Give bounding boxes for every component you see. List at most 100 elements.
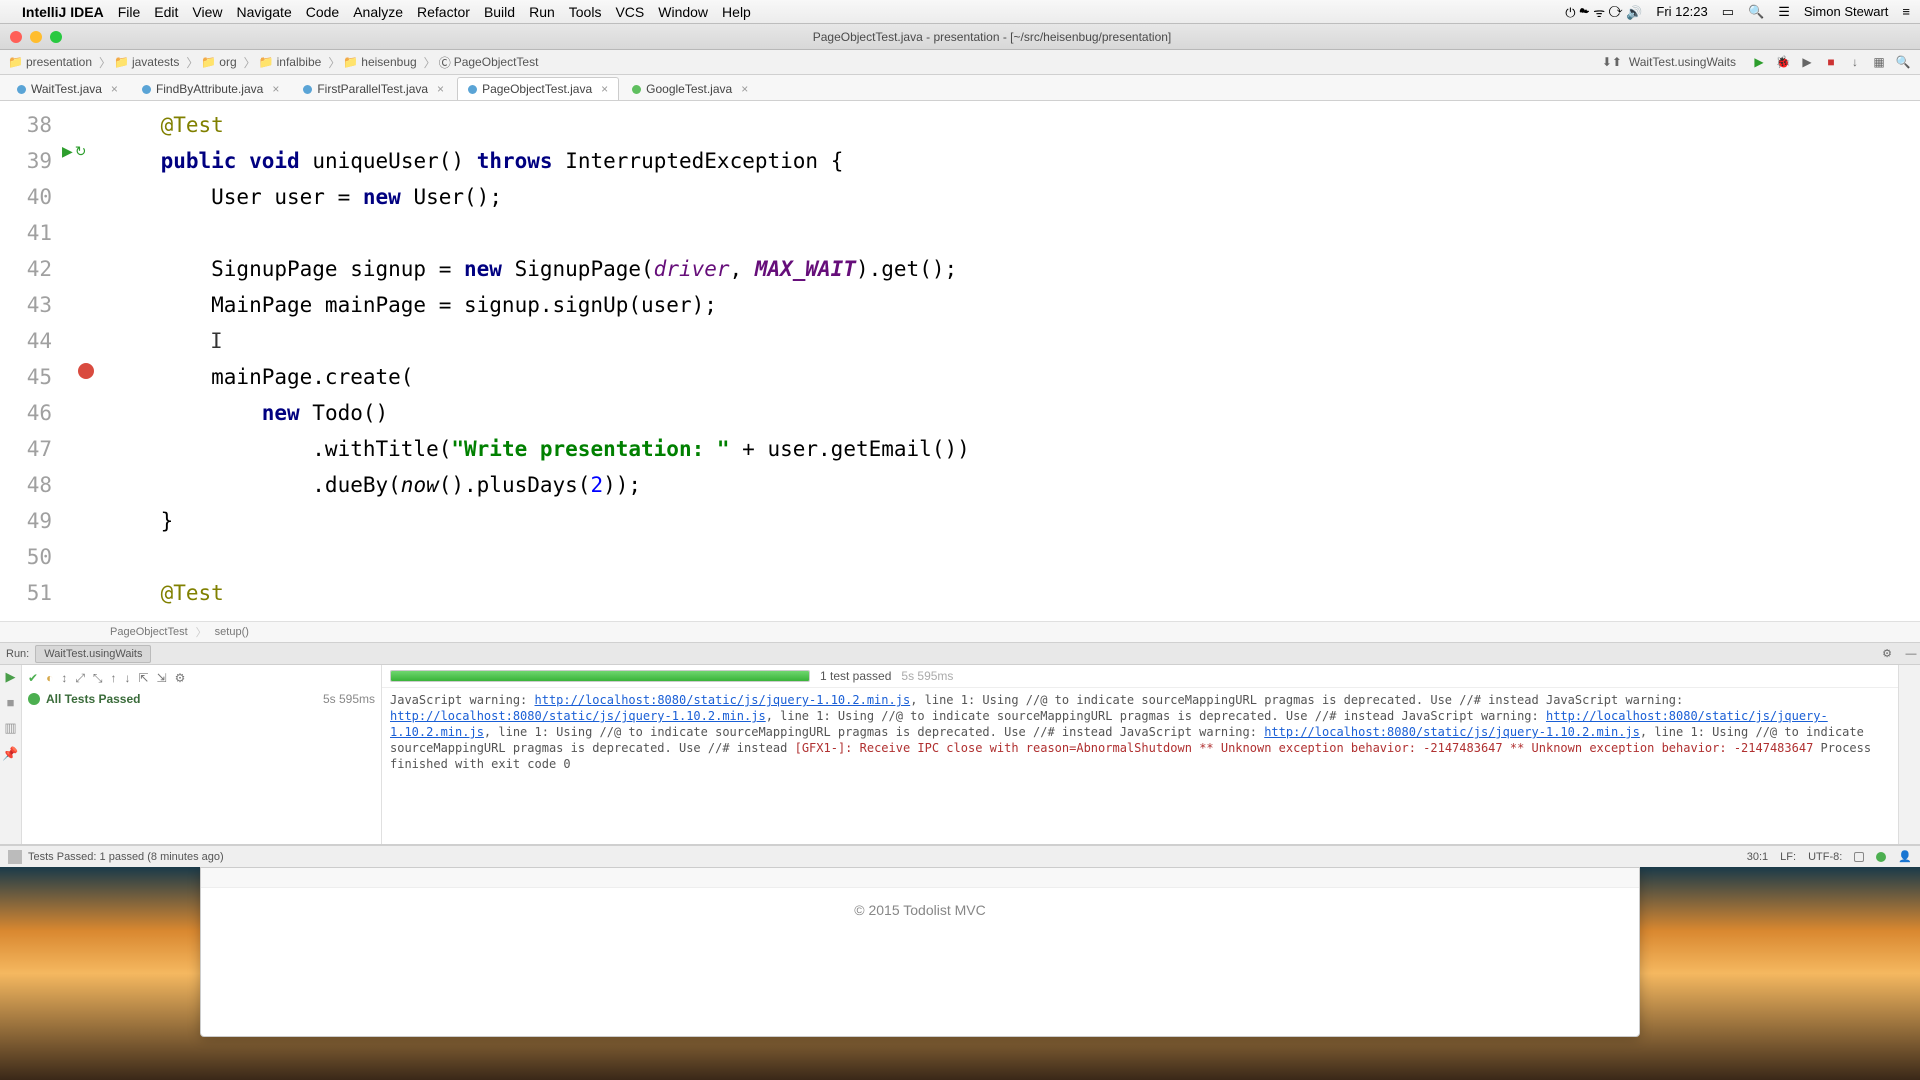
mac-menubar: IntelliJ IDEA File Edit View Navigate Co…	[0, 0, 1920, 24]
search-everywhere-icon[interactable]: 🔍	[1894, 53, 1912, 71]
coverage-button[interactable]: ▶	[1798, 53, 1816, 71]
menu-tools[interactable]: Tools	[569, 4, 602, 20]
import-icon[interactable]: ⇲	[157, 671, 167, 686]
crumb-org[interactable]: 📁 org	[201, 55, 236, 69]
console-link[interactable]: http://localhost:8080/static/js/jquery-1…	[535, 693, 911, 707]
menu-run[interactable]: Run	[529, 4, 555, 20]
menu-view[interactable]: View	[192, 4, 222, 20]
crumb-class-name[interactable]: PageObjectTest	[110, 626, 188, 638]
code-area[interactable]: @Test public void uniqueUser() throws In…	[110, 101, 1920, 621]
tab-googletest[interactable]: GoogleTest.java×	[621, 77, 759, 100]
menu-user-icon[interactable]: ☰	[1778, 4, 1790, 20]
caret-position[interactable]: 30:1	[1747, 851, 1768, 863]
hector-icon[interactable]: 👤	[1898, 850, 1912, 863]
close-icon[interactable]: ×	[272, 82, 279, 96]
menu-navigate[interactable]: Navigate	[236, 4, 291, 20]
sort-icon[interactable]: ↕	[61, 671, 67, 686]
user-name[interactable]: Simon Stewart	[1804, 4, 1889, 19]
status-icons[interactable]: ⏻ ☁ ᯤ ⟳ 🔊	[1565, 3, 1642, 21]
clock[interactable]: Fri 12:23	[1656, 4, 1707, 19]
crumb-pkg1[interactable]: 📁 infalbibe	[259, 55, 322, 69]
menu-help[interactable]: Help	[722, 4, 751, 20]
desktop-background: © 2015 Todolist MVC	[0, 867, 1920, 1080]
test-root-node[interactable]: All Tests Passed 5s 595ms	[28, 692, 375, 706]
collapse-icon[interactable]: ⤡	[93, 671, 103, 686]
window-title: PageObjectTest.java - presentation - [~/…	[74, 30, 1910, 44]
debug-test-gutter-icon[interactable]: ↻	[75, 143, 87, 160]
run-config-tab[interactable]: WaitTest.usingWaits	[35, 645, 151, 663]
show-passed-icon[interactable]: ✔	[28, 671, 38, 686]
tests-passed-label: 1 test passed	[820, 669, 891, 683]
close-icon[interactable]: ×	[601, 82, 608, 96]
project-structure-icon[interactable]: ▦	[1870, 53, 1888, 71]
readonly-lock-icon[interactable]	[1854, 852, 1864, 862]
run-button[interactable]: ▶	[1750, 53, 1768, 71]
status-bar: Tests Passed: 1 passed (8 minutes ago) 3…	[0, 845, 1920, 867]
tab-firstparallel[interactable]: FirstParallelTest.java×	[292, 77, 455, 100]
crumb-class[interactable]: Ⓒ PageObjectTest	[439, 54, 539, 71]
gutter-icons: ▶ ↻	[60, 101, 110, 621]
close-window-button[interactable]	[10, 31, 22, 43]
line-separator[interactable]: LF:	[1780, 851, 1796, 863]
editor[interactable]: 3839404142434445464748495051 ▶ ↻ @Test p…	[0, 101, 1920, 621]
tab-waittest[interactable]: WaitTest.java×	[6, 77, 129, 100]
crumb-javatests[interactable]: 📁 javatests	[114, 55, 179, 69]
test-ok-icon	[28, 693, 40, 705]
app-name[interactable]: IntelliJ IDEA	[22, 4, 104, 20]
console-right-gutter	[1898, 665, 1920, 844]
crumb-project[interactable]: 📁 presentation	[8, 55, 92, 69]
menu-analyze[interactable]: Analyze	[353, 4, 403, 20]
console-link[interactable]: http://localhost:8080/static/js/jquery-1…	[390, 709, 766, 723]
close-icon[interactable]: ×	[111, 82, 118, 96]
vcs-update-icon[interactable]: ↓	[1846, 53, 1864, 71]
breakpoint-icon[interactable]	[78, 363, 94, 379]
debug-button[interactable]: 🐞	[1774, 53, 1792, 71]
hide-panel-icon[interactable]: —	[1902, 645, 1920, 663]
rerun-icon[interactable]: ▶	[6, 669, 16, 685]
crumb-pkg2[interactable]: 📁 heisenbug	[343, 55, 416, 69]
layout-icon[interactable]: ▥	[4, 720, 16, 736]
test-tree: ✔ ◐ ↕ ⤢ ⤡ ↑ ↓ ⇱ ⇲ ⚙ All Tests Passed 5s …	[22, 665, 382, 844]
menu-file[interactable]: File	[118, 4, 141, 20]
console-link[interactable]: http://localhost:8080/static/js/jquery-1…	[1264, 725, 1640, 739]
stop-button[interactable]: ■	[1822, 53, 1840, 71]
build-icon[interactable]: ⬇⬆	[1603, 53, 1621, 71]
expand-icon[interactable]: ⤢	[75, 671, 85, 686]
export-icon[interactable]: ⇱	[139, 671, 149, 686]
navigation-bar: 📁 presentation〉 📁 javatests〉 📁 org〉 📁 in…	[0, 50, 1920, 75]
menu-vcs[interactable]: VCS	[615, 4, 644, 20]
show-ignored-icon[interactable]: ◐	[46, 671, 53, 686]
settings-icon[interactable]: ⚙	[1878, 645, 1896, 663]
notifications-icon[interactable]: ≡	[1902, 4, 1910, 19]
menu-build[interactable]: Build	[484, 4, 515, 20]
background-browser-window[interactable]: © 2015 Todolist MVC	[200, 867, 1640, 1037]
close-icon[interactable]: ×	[437, 82, 444, 96]
vcs-status-icon[interactable]	[1876, 852, 1886, 862]
console-output[interactable]: JavaScript warning: http://localhost:808…	[382, 688, 1898, 844]
cog-icon[interactable]: ⚙	[175, 671, 186, 686]
next-icon[interactable]: ↓	[125, 671, 131, 686]
editor-breadcrumb: PageObjectTest 〉 setup()	[0, 621, 1920, 643]
prev-icon[interactable]: ↑	[111, 671, 117, 686]
pin-icon[interactable]: 📌	[2, 746, 18, 762]
battery-icon[interactable]: ▭	[1722, 4, 1734, 20]
zoom-window-button[interactable]	[50, 31, 62, 43]
run-config-selector[interactable]: WaitTest.usingWaits	[1629, 55, 1736, 69]
line-numbers: 3839404142434445464748495051	[0, 101, 60, 621]
run-sidebar: ▶ ■ ▥ 📌	[0, 665, 22, 844]
menu-edit[interactable]: Edit	[154, 4, 178, 20]
stop-icon[interactable]: ■	[7, 695, 15, 710]
crumb-method-name[interactable]: setup()	[215, 626, 249, 638]
minimize-window-button[interactable]	[30, 31, 42, 43]
close-icon[interactable]: ×	[741, 82, 748, 96]
menu-refactor[interactable]: Refactor	[417, 4, 470, 20]
tab-findbyattribute[interactable]: FindByAttribute.java×	[131, 77, 290, 100]
run-test-gutter-icon[interactable]: ▶	[62, 143, 73, 160]
file-encoding[interactable]: UTF-8:	[1808, 851, 1842, 863]
menu-code[interactable]: Code	[306, 4, 339, 20]
tab-pageobjecttest[interactable]: PageObjectTest.java×	[457, 77, 619, 100]
run-tool-window: ▶ ■ ▥ 📌 ✔ ◐ ↕ ⤢ ⤡ ↑ ↓ ⇱ ⇲ ⚙ All Tests Pa…	[0, 665, 1920, 845]
spotlight-icon[interactable]: 🔍	[1748, 4, 1764, 20]
status-icon[interactable]	[8, 850, 22, 864]
menu-window[interactable]: Window	[658, 4, 708, 20]
